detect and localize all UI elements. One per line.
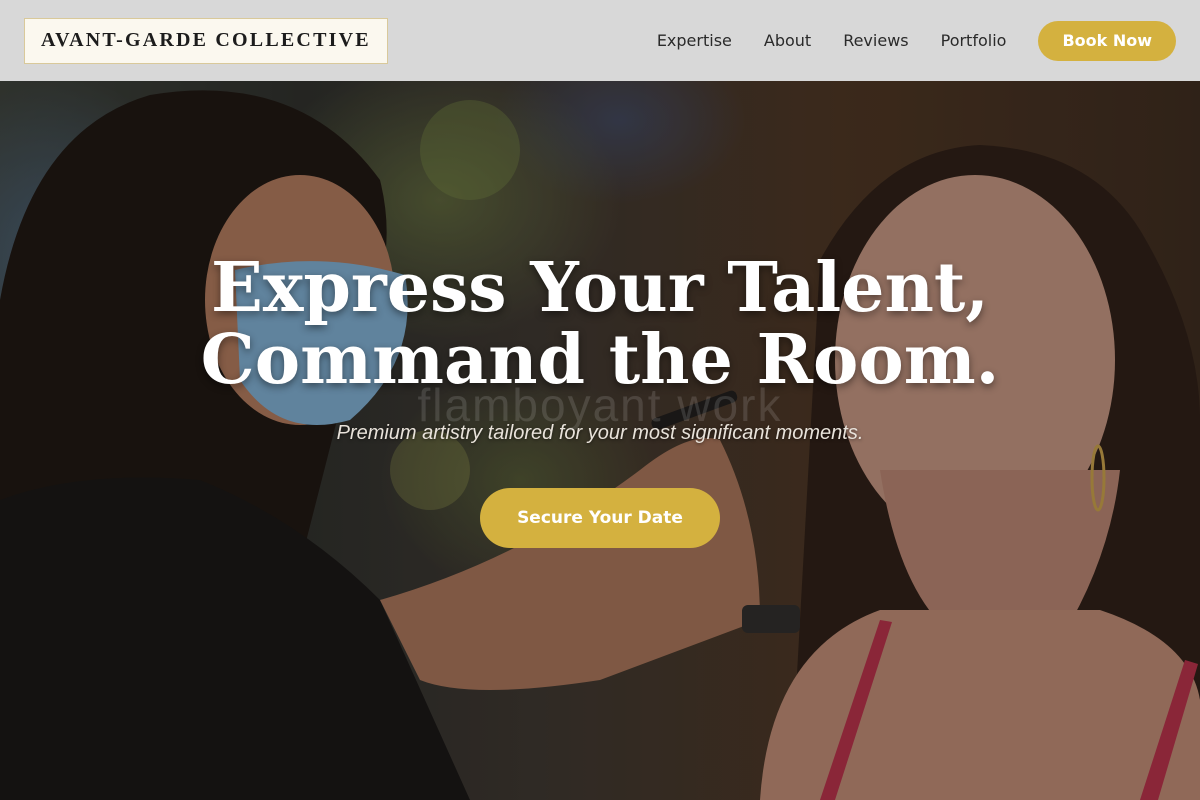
site-header: AVANT-GARDE COLLECTIVE Expertise About R… (0, 0, 1200, 81)
brand-name: AVANT-GARDE COLLECTIVE (41, 29, 371, 51)
hero-headline: Express Your Talent, Command the Room. (0, 252, 1200, 396)
book-now-button[interactable]: Book Now (1038, 20, 1176, 61)
hero-subtitle: Premium artistry tailored for your most … (336, 422, 864, 444)
nav-link-about[interactable]: About (764, 31, 811, 50)
main-nav: Expertise About Reviews Portfolio Book N… (625, 20, 1176, 61)
brand-logo[interactable]: AVANT-GARDE COLLECTIVE (24, 17, 388, 64)
nav-link-reviews[interactable]: Reviews (843, 31, 908, 50)
nav-link-expertise[interactable]: Expertise (657, 31, 732, 50)
secure-date-button[interactable]: Secure Your Date (480, 488, 720, 548)
hero-headline-line1: Express Your Talent, (211, 248, 989, 328)
nav-link-portfolio[interactable]: Portfolio (941, 31, 1007, 50)
book-now-label: Book Now (1062, 31, 1152, 50)
secure-date-label: Secure Your Date (517, 508, 683, 528)
